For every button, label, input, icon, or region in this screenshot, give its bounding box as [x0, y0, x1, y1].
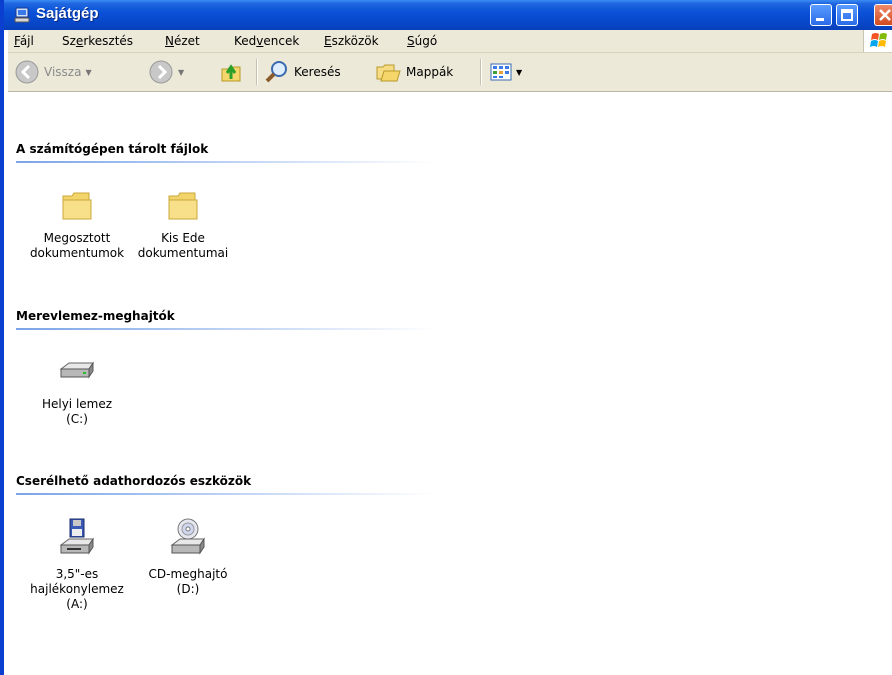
item-label-line2: dokumentumai: [137, 246, 229, 260]
folders-icon: [376, 64, 401, 82]
folder-icon: [62, 192, 92, 220]
search-button[interactable]: Keresés: [264, 59, 341, 85]
menu-favorites[interactable]: Kedvencek: [234, 34, 299, 48]
explorer-window: Sajátgép Fájl Szerkesztés Nézet Kedvence…: [0, 0, 892, 675]
views-button[interactable]: ▼: [488, 59, 522, 85]
item-label-line2: (D:): [176, 582, 200, 596]
menu-tools[interactable]: Eszközök: [324, 34, 379, 48]
views-dropdown-icon[interactable]: ▼: [516, 68, 522, 77]
back-label: Vissza: [44, 65, 82, 79]
forward-arrow-icon: [149, 60, 173, 84]
menu-bar: Fájl Szerkesztés Nézet Kedvencek Eszközö…: [8, 30, 892, 53]
up-button[interactable]: [218, 59, 244, 85]
group-divider: [16, 328, 436, 330]
minimize-icon: [816, 18, 824, 21]
item-label-line1: 3,5"-es: [55, 567, 99, 581]
back-arrow-icon: [15, 60, 39, 84]
hard-drive-icon: [59, 361, 94, 379]
minimize-button[interactable]: [810, 4, 832, 26]
file-view: A számítógépen tárolt fájlok Megosztott …: [8, 92, 892, 675]
item-user-documents[interactable]: Kis Ede dokumentumai: [128, 189, 238, 261]
back-dropdown-icon[interactable]: ▼: [85, 68, 91, 77]
group-divider: [16, 493, 436, 495]
forward-button[interactable]: ▼: [148, 59, 184, 85]
cd-drive-icon: [170, 518, 205, 555]
menu-help[interactable]: Súgó: [407, 34, 437, 48]
maximize-icon: [841, 9, 853, 21]
item-floppy-a[interactable]: 3,5"-es hajlékonylemez (A:): [22, 517, 132, 612]
toolbar-separator: [256, 59, 258, 85]
item-label-line2: (C:): [66, 412, 88, 426]
item-label-line1: Megosztott: [43, 231, 111, 245]
toolbar-separator: [480, 59, 482, 85]
group-header-stored-files: A számítógépen tárolt fájlok: [16, 142, 209, 156]
search-label: Keresés: [294, 65, 341, 79]
windows-logo-icon: [863, 30, 892, 52]
group-divider: [16, 161, 436, 163]
my-computer-icon: [14, 7, 30, 23]
window-title: Sajátgép: [36, 5, 99, 22]
item-label-line1: Helyi lemez: [41, 397, 113, 411]
group-header-removable: Cserélhető adathordozós eszközök: [16, 474, 252, 488]
item-label-line1: Kis Ede: [161, 231, 205, 245]
item-label-line1: CD-meghajtó: [148, 567, 228, 581]
item-cd-drive-d[interactable]: CD-meghajtó (D:): [138, 517, 238, 597]
folder-up-icon: [221, 64, 241, 82]
search-magnifier-icon: [265, 61, 287, 83]
toolbar: Vissza ▼ ▼ Keresés Mappák ▼: [8, 53, 892, 92]
item-shared-documents[interactable]: Megosztott dokumentumok: [22, 189, 132, 261]
folders-label: Mappák: [406, 65, 454, 79]
item-label-line3: (A:): [66, 597, 88, 611]
views-icon: [490, 63, 512, 81]
menu-view[interactable]: Nézet: [165, 34, 200, 48]
menu-edit[interactable]: Szerkesztés: [62, 34, 133, 48]
item-local-disk-c[interactable]: Helyi lemez (C:): [22, 355, 132, 427]
forward-dropdown-icon[interactable]: ▼: [178, 68, 184, 77]
menu-file[interactable]: Fájl: [14, 34, 34, 48]
group-header-hard-drives: Merevlemez-meghajtók: [16, 309, 175, 323]
title-bar[interactable]: Sajátgép: [4, 0, 892, 30]
item-label-line2: hajlékonylemez: [30, 582, 124, 596]
maximize-button[interactable]: [836, 4, 858, 26]
back-button[interactable]: Vissza ▼: [14, 59, 92, 85]
folder-icon: [168, 192, 198, 220]
folders-button[interactable]: Mappák: [374, 59, 453, 85]
item-label-line2: dokumentumok: [29, 246, 125, 260]
close-button[interactable]: [874, 4, 892, 26]
floppy-drive-icon: [59, 518, 94, 555]
close-icon: [879, 9, 891, 21]
